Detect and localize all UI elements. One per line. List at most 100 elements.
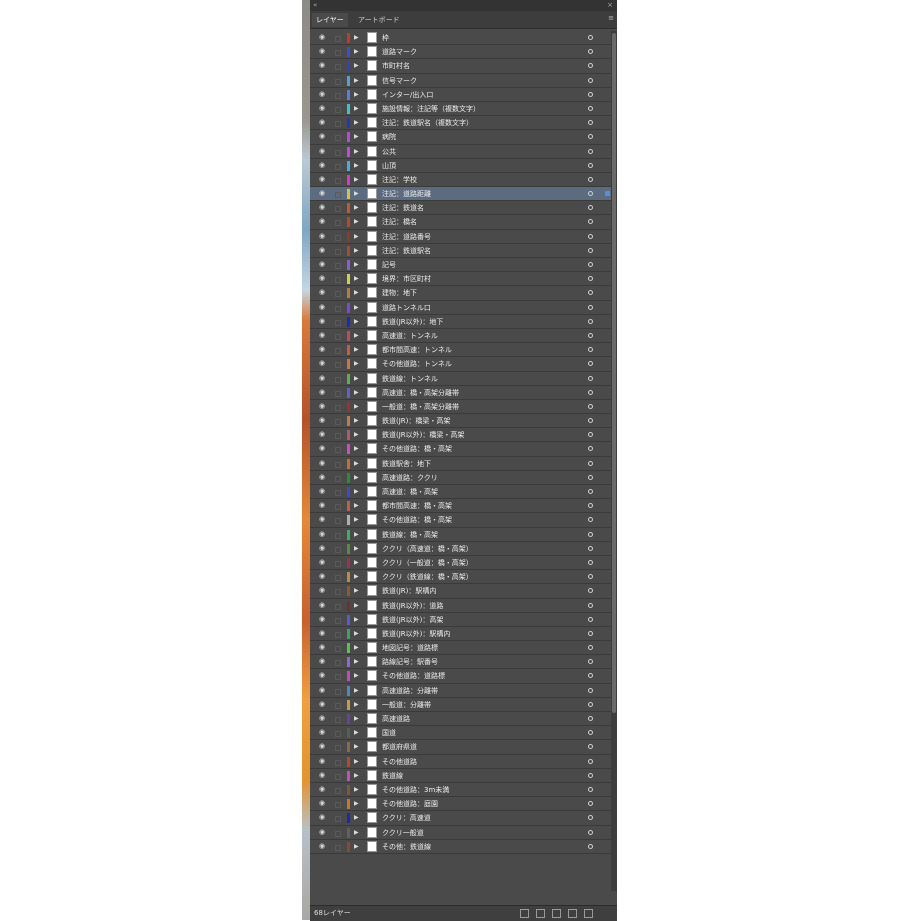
target-circle-icon[interactable] [588, 730, 593, 736]
lock-toggle[interactable] [333, 104, 341, 113]
visibility-eye-icon[interactable]: ◉ [317, 76, 327, 85]
lock-toggle[interactable] [333, 544, 341, 553]
expand-arrow-icon[interactable]: ▶ [354, 813, 359, 823]
expand-arrow-icon[interactable]: ▶ [354, 643, 359, 653]
target-circle-icon[interactable] [588, 418, 593, 424]
layer-name[interactable]: 鉄道(JR以外)：高架 [382, 614, 443, 626]
target-circle-icon[interactable] [588, 63, 593, 69]
lock-toggle[interactable] [333, 76, 341, 85]
scrollbar-thumb[interactable] [612, 33, 616, 713]
layer-row[interactable]: ◉ ▶ その他道路：トンネル [310, 357, 611, 372]
scrollbar[interactable] [611, 31, 617, 891]
expand-arrow-icon[interactable]: ▶ [354, 260, 359, 270]
lock-toggle[interactable] [333, 274, 341, 284]
layer-name[interactable]: 地図記号：道路標 [382, 642, 438, 654]
lock-toggle[interactable] [333, 402, 341, 411]
layer-row[interactable]: ◉ ▶ 地図記号：道路標 [310, 641, 611, 656]
layer-row[interactable]: ◉ ▶ 注記：鉄道駅名（複数文字） [310, 116, 611, 131]
expand-arrow-icon[interactable]: ▶ [354, 47, 359, 57]
expand-arrow-icon[interactable]: ▶ [354, 104, 359, 114]
layer-name[interactable]: ククリ：高速道 [382, 812, 431, 824]
lock-toggle[interactable] [333, 430, 341, 440]
layer-name[interactable]: 注記：学校 [382, 174, 417, 186]
layer-name[interactable]: 道路トンネル口 [382, 302, 431, 314]
target-circle-icon[interactable] [588, 503, 593, 509]
target-circle-icon[interactable] [588, 616, 593, 622]
lock-toggle[interactable] [333, 657, 341, 667]
layer-row[interactable]: ◉ ▶ 路線記号：駅番号 [310, 655, 611, 670]
visibility-eye-icon[interactable]: ◉ [317, 33, 327, 42]
lock-toggle[interactable] [333, 842, 341, 851]
visibility-eye-icon[interactable]: ◉ [317, 303, 327, 312]
visibility-eye-icon[interactable]: ◉ [317, 813, 327, 822]
layer-row[interactable]: ◉ ▶ 境界：市区町村 [310, 272, 611, 287]
layer-row[interactable]: ◉ ▶ ククリ（一般道：橋・高架） [310, 556, 611, 571]
target-circle-icon[interactable] [588, 758, 593, 764]
layer-row[interactable]: ◉ ▶ 鉄道(JR以外)：高架 [310, 613, 611, 627]
target-circle-icon[interactable] [588, 304, 593, 310]
visibility-eye-icon[interactable]: ◉ [317, 118, 327, 127]
panel-menu-icon[interactable]: ≡ [608, 14, 614, 22]
expand-arrow-icon[interactable]: ▶ [354, 586, 359, 596]
layer-name[interactable]: ククリ（鉄道線：橋・高架） [382, 571, 473, 583]
expand-arrow-icon[interactable]: ▶ [354, 671, 359, 681]
lock-toggle[interactable] [333, 742, 341, 752]
expand-arrow-icon[interactable]: ▶ [354, 374, 359, 384]
visibility-eye-icon[interactable]: ◉ [317, 260, 327, 269]
visibility-eye-icon[interactable]: ◉ [317, 175, 327, 184]
target-circle-icon[interactable] [588, 290, 593, 296]
lock-toggle[interactable] [333, 686, 341, 695]
expand-arrow-icon[interactable]: ▶ [354, 459, 359, 469]
visibility-eye-icon[interactable]: ◉ [317, 785, 327, 794]
visibility-eye-icon[interactable]: ◉ [317, 558, 327, 567]
expand-arrow-icon[interactable]: ▶ [354, 842, 359, 852]
target-circle-icon[interactable] [588, 347, 593, 353]
target-circle-icon[interactable] [588, 162, 593, 168]
target-circle-icon[interactable] [588, 262, 593, 267]
lock-toggle[interactable] [333, 558, 341, 567]
lock-toggle[interactable] [333, 615, 341, 624]
expand-arrow-icon[interactable]: ▶ [354, 288, 359, 298]
target-circle-icon[interactable] [588, 716, 593, 721]
lock-toggle[interactable] [333, 643, 341, 653]
visibility-eye-icon[interactable]: ◉ [317, 444, 327, 453]
visibility-eye-icon[interactable]: ◉ [317, 686, 327, 695]
expand-arrow-icon[interactable]: ▶ [354, 118, 359, 128]
layer-row[interactable]: ◉ ▶ 鉄道(JR以外)：地下 [310, 315, 611, 329]
layer-row[interactable]: ◉ ▶ 公共 [310, 145, 611, 159]
layer-name[interactable]: 鉄道線：橋・高架 [382, 529, 438, 541]
layer-name[interactable]: 高速道：橋・高架分離帯 [382, 387, 459, 399]
layer-row[interactable]: ◉ ▶ 鉄道(JR以外)：橋梁・高架 [310, 428, 611, 443]
layer-row[interactable]: ◉ ▶ 一般道：橋・高架分離帯 [310, 400, 611, 415]
lock-toggle[interactable] [333, 217, 341, 227]
target-circle-icon[interactable] [588, 701, 593, 707]
visibility-eye-icon[interactable]: ◉ [317, 47, 327, 56]
target-circle-icon[interactable] [588, 602, 593, 608]
target-circle-icon[interactable] [588, 191, 593, 197]
layer-name[interactable]: 路線記号：駅番号 [382, 656, 438, 668]
layer-name[interactable]: 鉄道(JR以外)：駅構内 [382, 628, 450, 640]
layer-row[interactable]: ◉ ▶ 市町村名 [310, 59, 611, 74]
target-circle-icon[interactable] [588, 772, 593, 778]
layer-name[interactable]: 一般道：分離帯 [382, 699, 431, 711]
layer-name[interactable]: 都道府県道 [382, 741, 417, 753]
expand-arrow-icon[interactable]: ▶ [354, 33, 359, 43]
visibility-eye-icon[interactable]: ◉ [317, 799, 327, 808]
make-clipping-mask-icon[interactable] [536, 909, 545, 918]
lock-toggle[interactable] [333, 388, 341, 397]
lock-toggle[interactable] [333, 288, 341, 298]
lock-toggle[interactable] [333, 359, 341, 369]
layer-name[interactable]: 山頂 [382, 160, 396, 172]
target-circle-icon[interactable] [588, 588, 593, 594]
target-circle-icon[interactable] [588, 120, 593, 126]
layer-name[interactable]: 施設情報：注記等（複数文字） [382, 103, 480, 115]
lock-toggle[interactable] [333, 757, 341, 766]
expand-arrow-icon[interactable]: ▶ [354, 530, 359, 540]
lock-toggle[interactable] [333, 232, 341, 241]
lock-toggle[interactable] [333, 161, 341, 170]
layer-row[interactable]: ◉ ▶ 鉄道線：トンネル [310, 372, 611, 386]
target-circle-icon[interactable] [588, 361, 593, 367]
visibility-eye-icon[interactable]: ◉ [317, 728, 327, 737]
visibility-eye-icon[interactable]: ◉ [317, 374, 327, 383]
target-circle-icon[interactable] [588, 474, 593, 480]
